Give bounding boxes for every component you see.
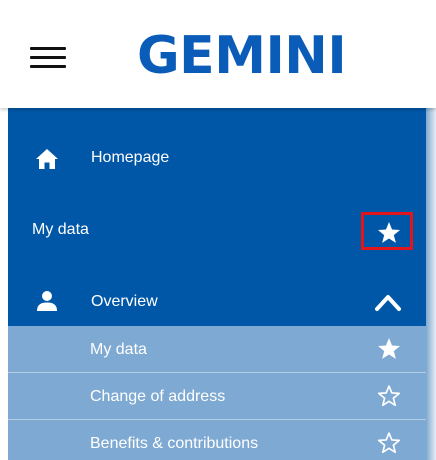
- submenu-item-label: Change of address: [90, 388, 226, 405]
- home-icon: [36, 149, 58, 169]
- star-outline-icon[interactable]: [376, 431, 402, 455]
- hamburger-line: [30, 65, 66, 68]
- submenu-item-benefits-contributions[interactable]: Benefits & contributions: [8, 420, 426, 460]
- chevron-up-icon[interactable]: [374, 292, 402, 312]
- sidebar-item-overview[interactable]: Overview: [8, 284, 426, 320]
- logo[interactable]: GEMINI: [137, 26, 347, 86]
- section-my-data: My data: [8, 212, 426, 250]
- section-title: My data: [32, 221, 89, 238]
- overview-submenu: My data Change of address Benefits & con…: [8, 326, 426, 460]
- submenu-item-change-of-address[interactable]: Change of address: [8, 373, 426, 420]
- submenu-item-label: Benefits & contributions: [90, 435, 259, 452]
- user-icon: [37, 291, 57, 311]
- sidebar: Homepage My data Overview My data Change…: [8, 108, 426, 460]
- submenu-item-my-data[interactable]: My data: [8, 326, 426, 373]
- hamburger-line: [30, 47, 66, 50]
- star-filled-icon[interactable]: [376, 337, 402, 361]
- star-filled-icon: [377, 222, 401, 243]
- hamburger-menu-icon[interactable]: [30, 47, 66, 69]
- sidebar-item-label: Homepage: [91, 149, 170, 166]
- favorite-button[interactable]: [361, 212, 413, 250]
- submenu-item-label: My data: [90, 341, 147, 358]
- app-window: GEMINI Homepage My data Overview My data…: [0, 0, 436, 460]
- hamburger-line: [30, 56, 66, 59]
- sidebar-item-homepage[interactable]: Homepage: [8, 140, 426, 176]
- sidebar-item-label: Overview: [91, 293, 158, 310]
- left-edge: [0, 108, 8, 460]
- header: GEMINI: [0, 0, 436, 108]
- star-outline-icon[interactable]: [376, 384, 402, 408]
- scroll-edge: [426, 108, 436, 460]
